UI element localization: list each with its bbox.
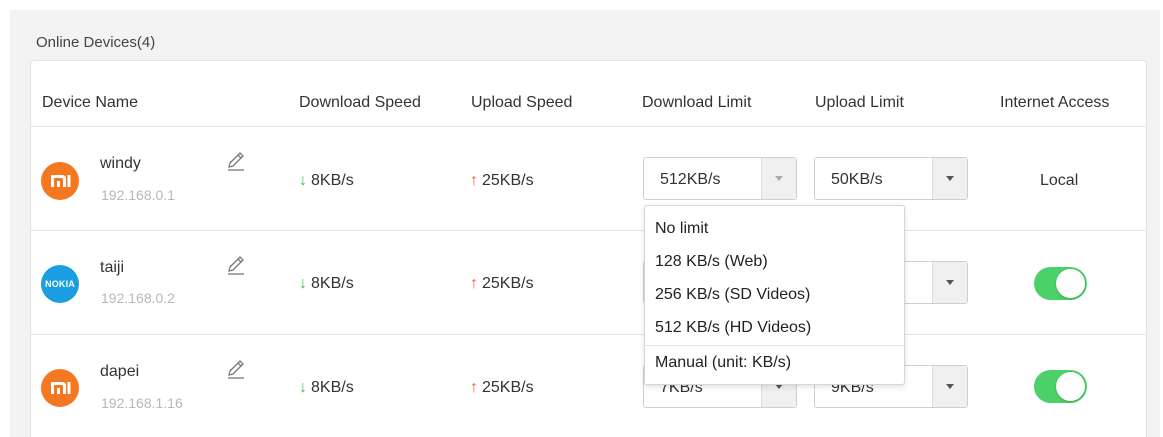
toggle-knob: [1056, 372, 1085, 401]
chevron-down-icon[interactable]: [761, 158, 796, 199]
toggle-knob: [1056, 269, 1085, 298]
xiaomi-logo-icon: [41, 369, 79, 407]
up-arrow-icon: ↑: [470, 275, 478, 292]
devices-table: [30, 60, 1147, 437]
chevron-down-icon[interactable]: [932, 262, 967, 303]
download-speed: ↓ 8KB/s: [299, 172, 354, 189]
device-name: windy: [100, 155, 141, 172]
chevron-down-icon[interactable]: [932, 158, 967, 199]
internet-access-toggle[interactable]: [1034, 267, 1087, 300]
panel-title: Online Devices(4): [36, 34, 156, 51]
chevron-down-icon[interactable]: [932, 366, 967, 407]
down-arrow-icon: ↓: [299, 172, 307, 189]
header-divider: [31, 126, 1146, 127]
upload-speed: ↑ 25KB/s: [470, 379, 534, 396]
col-internet-access: Internet Access: [1000, 94, 1110, 111]
dropdown-option-manual[interactable]: Manual (unit: KB/s): [655, 354, 791, 372]
device-ip: 192.168.1.16: [101, 395, 183, 411]
nokia-logo-icon: NOKIA: [41, 265, 79, 303]
dropdown-option-256[interactable]: 256 KB/s (SD Videos): [655, 286, 810, 304]
device-name: taiji: [100, 259, 125, 276]
col-download-speed: Download Speed: [299, 94, 421, 111]
dropdown-option-512[interactable]: 512 KB/s (HD Videos): [655, 319, 811, 337]
row-divider: [31, 334, 1146, 335]
select-value: 512KB/s: [660, 171, 721, 188]
device-ip: 192.168.0.1: [101, 187, 175, 203]
down-arrow-icon: ↓: [299, 275, 307, 292]
up-arrow-icon: ↑: [470, 172, 478, 189]
edit-pencil-icon[interactable]: [225, 254, 247, 276]
col-upload-limit: Upload Limit: [815, 94, 904, 111]
xiaomi-logo-icon: [41, 162, 79, 200]
internet-access-status: Local: [1040, 172, 1079, 189]
dropdown-option-128[interactable]: 128 KB/s (Web): [655, 253, 768, 271]
dropdown-option-no-limit[interactable]: No limit: [655, 220, 708, 238]
upload-limit-select[interactable]: 50KB/s: [814, 157, 968, 200]
row-divider: [31, 230, 1146, 231]
internet-access-toggle[interactable]: [1034, 370, 1087, 403]
edit-pencil-icon[interactable]: [225, 358, 247, 380]
col-device-name: Device Name: [42, 94, 139, 111]
dropdown-divider: [645, 345, 904, 346]
col-upload-speed: Upload Speed: [471, 94, 573, 111]
col-download-limit: Download Limit: [642, 94, 752, 111]
device-ip: 192.168.0.2: [101, 290, 175, 306]
upload-speed: ↑ 25KB/s: [470, 172, 534, 189]
upload-speed: ↑ 25KB/s: [470, 275, 534, 292]
download-speed: ↓ 8KB/s: [299, 379, 354, 396]
edit-pencil-icon[interactable]: [225, 150, 247, 172]
download-limit-select[interactable]: 512KB/s: [643, 157, 797, 200]
down-arrow-icon: ↓: [299, 379, 307, 396]
download-speed: ↓ 8KB/s: [299, 275, 354, 292]
select-value: 50KB/s: [831, 171, 883, 188]
download-limit-dropdown-menu: No limit 128 KB/s (Web) 256 KB/s (SD Vid…: [644, 205, 905, 385]
device-name: dapei: [100, 363, 140, 380]
up-arrow-icon: ↑: [470, 379, 478, 396]
